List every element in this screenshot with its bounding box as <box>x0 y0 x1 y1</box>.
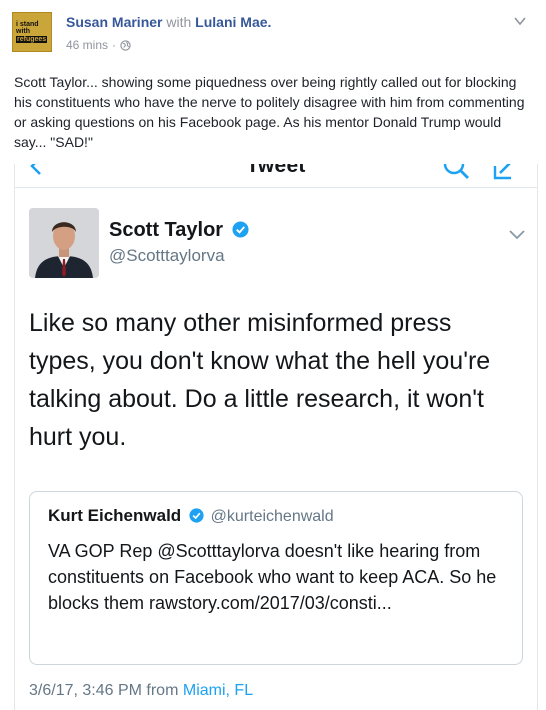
post-meta: 46 mins · <box>66 38 131 52</box>
meta-separator: · <box>112 38 117 52</box>
tweet-nav-bar: Tweet <box>15 164 537 188</box>
with-label: with <box>166 14 192 30</box>
tweet-location-link[interactable]: Miami, FL <box>183 682 253 699</box>
chevron-down-icon[interactable] <box>514 16 526 26</box>
avatar-text-line-2: with <box>16 28 30 35</box>
chevron-down-icon[interactable] <box>509 230 525 240</box>
tweet-author-name[interactable]: Scott Taylor <box>109 219 249 242</box>
author-avatar[interactable]: I stand with refugees <box>12 12 52 52</box>
author-line: Susan Mariner with Lulani Mae. <box>66 14 271 30</box>
tweet-text: Like so many other misinformed press typ… <box>29 309 491 451</box>
tweet-author-avatar[interactable] <box>29 208 99 278</box>
post-text: Scott Taylor... showing some piquedness … <box>14 74 525 150</box>
tagged-user-link[interactable]: Lulani Mae. <box>195 14 271 30</box>
compose-icon[interactable] <box>491 164 519 182</box>
quoted-author-name: Kurt Eichenwald <box>48 506 182 525</box>
post-header: I stand with refugees Susan Mariner with… <box>12 12 534 60</box>
author-name-link[interactable]: Susan Mariner <box>66 14 162 30</box>
tweet-screenshot: Tweet Scott Taylor @Scotttaylorva Like s… <box>14 164 538 710</box>
quoted-tweet[interactable]: Kurt Eichenwald @kurteichenwald VA GOP R… <box>29 491 523 665</box>
post-timestamp-link[interactable]: 46 mins <box>66 38 108 52</box>
avatar-text-line-3: refugees <box>16 36 48 43</box>
tweet-author-handle[interactable]: @Scotttaylorva <box>109 246 225 266</box>
tweet-date-time: 3/6/17, 3:46 PM from <box>29 682 179 699</box>
search-icon[interactable] <box>443 164 471 182</box>
tweet-author-name-text: Scott Taylor <box>109 219 224 241</box>
quoted-tweet-text: VA GOP Rep @Scotttaylorva doesn't like h… <box>48 541 497 613</box>
globe-icon <box>120 39 131 51</box>
verified-icon <box>189 508 204 523</box>
avatar-text-line-1: I stand <box>16 21 39 28</box>
verified-icon <box>232 221 249 238</box>
quoted-author-handle: @kurteichenwald <box>210 508 334 525</box>
tweet-timestamp: 3/6/17, 3:46 PM from Miami, FL <box>29 682 253 700</box>
quoted-tweet-header: Kurt Eichenwald @kurteichenwald <box>48 506 334 526</box>
